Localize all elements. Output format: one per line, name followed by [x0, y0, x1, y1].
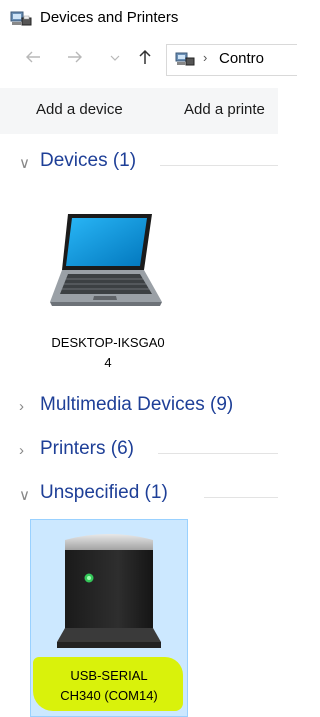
usb-device-icon	[57, 534, 161, 648]
device-tile-usb-serial[interactable]: USB-SERIAL CH340 (COM14)	[30, 519, 188, 717]
devices-and-printers-icon	[175, 52, 195, 66]
title-bar: Devices and Printers	[0, 0, 278, 36]
device-tile-desktop[interactable]: DESKTOP-IKSGA0 4	[30, 200, 186, 380]
group-divider	[158, 453, 278, 454]
group-divider	[160, 165, 278, 166]
device-name-continued: CH340 (COM14)	[60, 688, 158, 703]
chevron-down-icon[interactable]: ∨	[19, 154, 30, 172]
group-header-multimedia-devices[interactable]: › Multimedia Devices (9)	[0, 394, 278, 424]
add-device-button[interactable]: Add a device	[36, 101, 123, 118]
group-header-printers[interactable]: › Printers (6)	[0, 438, 278, 468]
address-bar[interactable]: › Contro	[166, 44, 297, 76]
chevron-down-icon[interactable]: ∨	[19, 486, 30, 504]
recent-locations-button[interactable]	[110, 51, 120, 71]
group-label-unspecified[interactable]: Unspecified (1)	[40, 482, 168, 504]
device-name: DESKTOP-IKSGA0	[51, 335, 165, 350]
chevron-right-icon[interactable]: ›	[19, 442, 24, 459]
arrow-right-icon	[68, 51, 82, 63]
chevron-right-icon[interactable]: ›	[19, 398, 24, 415]
add-printer-button[interactable]: Add a printe	[184, 101, 265, 118]
command-bar: Add a device Add a printe	[0, 88, 278, 134]
up-button[interactable]	[136, 48, 154, 71]
device-name-continued: 4	[104, 355, 112, 370]
group-label-printers[interactable]: Printers (6)	[40, 438, 134, 460]
group-divider	[204, 497, 278, 498]
group-label-devices[interactable]: Devices (1)	[40, 150, 136, 172]
devices-and-printers-icon	[10, 11, 32, 26]
group-label-multimedia-devices[interactable]: Multimedia Devices (9)	[40, 394, 233, 416]
window-title: Devices and Printers	[40, 9, 179, 26]
group-header-unspecified[interactable]: ∨ Unspecified (1)	[0, 482, 278, 512]
navigation-bar: › Contro	[0, 40, 297, 80]
arrow-left-icon	[26, 51, 40, 63]
laptop-icon	[50, 214, 162, 306]
device-name: USB-SERIAL	[70, 668, 148, 683]
forward-button[interactable]	[66, 48, 84, 71]
arrow-up-icon	[139, 49, 151, 64]
address-breadcrumb[interactable]: Contro	[219, 50, 264, 67]
back-button[interactable]	[24, 48, 42, 71]
chevron-down-icon	[110, 55, 120, 61]
group-header-devices[interactable]: ∨ Devices (1)	[0, 150, 278, 180]
address-separator[interactable]: ›	[203, 50, 207, 65]
